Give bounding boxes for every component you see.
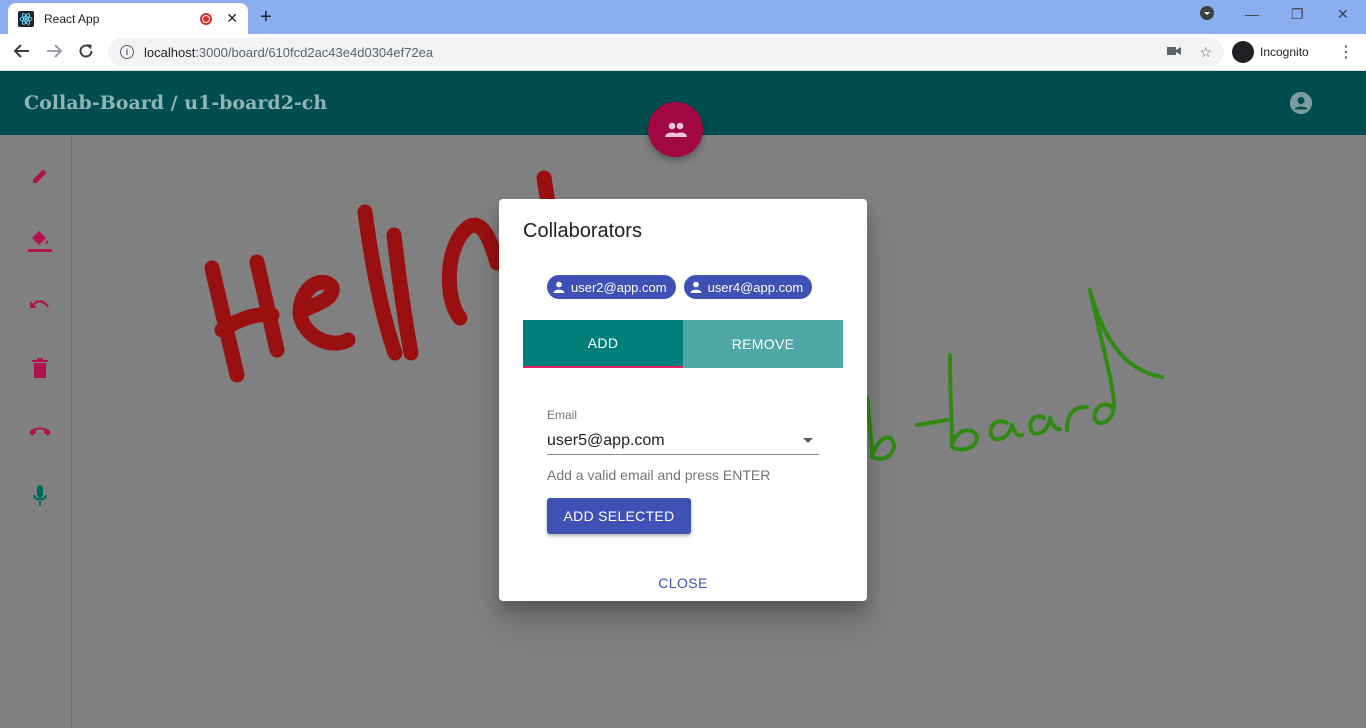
browser-tab[interactable]: React App ✕: [8, 3, 248, 34]
browser-tabbar: React App ✕ + — ❐ ✕: [0, 0, 1366, 34]
collaborator-chip[interactable]: user2@app.com: [547, 275, 676, 299]
incognito-icon: [1232, 41, 1254, 63]
reload-icon[interactable]: [77, 42, 95, 65]
react-icon: [18, 10, 34, 27]
person-icon: [690, 281, 702, 293]
chip-label: user2@app.com: [571, 279, 667, 295]
collaborator-chip[interactable]: user4@app.com: [683, 275, 813, 299]
email-field[interactable]: user5@app.com: [547, 427, 819, 455]
dialog-title: Collaborators: [523, 220, 642, 242]
close-tab-icon[interactable]: ✕: [226, 10, 238, 27]
close-window-icon[interactable]: ✕: [1337, 6, 1349, 23]
tab-search-icon[interactable]: [1200, 6, 1214, 23]
forward-icon[interactable]: [45, 42, 63, 65]
delete-icon[interactable]: [24, 352, 56, 384]
browser-toolbar: i localhost:3000/board/610fcd2ac43e4d030…: [0, 34, 1366, 71]
close-button[interactable]: CLOSE: [649, 575, 717, 591]
tab-add[interactable]: ADD: [523, 320, 683, 368]
new-tab-icon[interactable]: +: [260, 6, 272, 29]
collaborators-dialog: Collaborators user2@app.com user4@app.co…: [499, 199, 867, 601]
collaborator-chips: user2@app.com user4@app.com: [547, 275, 813, 299]
menu-kebab-icon[interactable]: ⋮: [1338, 42, 1354, 62]
people-icon: [664, 122, 687, 137]
email-value: user5@app.com: [547, 431, 665, 449]
chip-label: user4@app.com: [707, 279, 804, 295]
back-icon[interactable]: [13, 42, 31, 65]
undo-icon[interactable]: [24, 288, 56, 320]
site-info-icon[interactable]: i: [120, 45, 134, 59]
incognito-indicator[interactable]: Incognito: [1232, 39, 1309, 65]
restore-icon[interactable]: ❐: [1291, 6, 1304, 23]
chevron-down-icon[interactable]: [803, 438, 813, 443]
collaborators-button[interactable]: [648, 102, 703, 157]
tab-title: React App: [44, 11, 100, 26]
address-bar[interactable]: i localhost:3000/board/610fcd2ac43e4d030…: [108, 38, 1224, 66]
bookmark-star-icon[interactable]: ☆: [1199, 44, 1212, 61]
incognito-label: Incognito: [1260, 45, 1309, 59]
minimize-icon[interactable]: —: [1245, 6, 1259, 22]
email-label: Email: [547, 408, 578, 422]
camera-icon[interactable]: [1167, 44, 1182, 60]
account-icon[interactable]: [1290, 92, 1312, 114]
add-selected-button[interactable]: ADD SELECTED: [547, 498, 691, 534]
tool-sidebar: [0, 135, 72, 728]
recording-icon: [200, 12, 213, 25]
person-icon: [553, 281, 565, 293]
email-helper-text: Add a valid email and press ENTER: [547, 467, 771, 483]
pencil-icon[interactable]: [24, 160, 56, 192]
url-text: localhost:3000/board/610fcd2ac43e4d0304e…: [144, 44, 434, 60]
fill-bucket-icon[interactable]: [24, 224, 56, 256]
tab-remove[interactable]: REMOVE: [683, 320, 843, 368]
add-remove-tabs: ADD REMOVE: [523, 320, 843, 368]
end-call-icon[interactable]: [24, 416, 56, 448]
mic-icon[interactable]: [24, 480, 56, 512]
page-title: Collab-Board / u1-board2-ch: [24, 92, 328, 114]
